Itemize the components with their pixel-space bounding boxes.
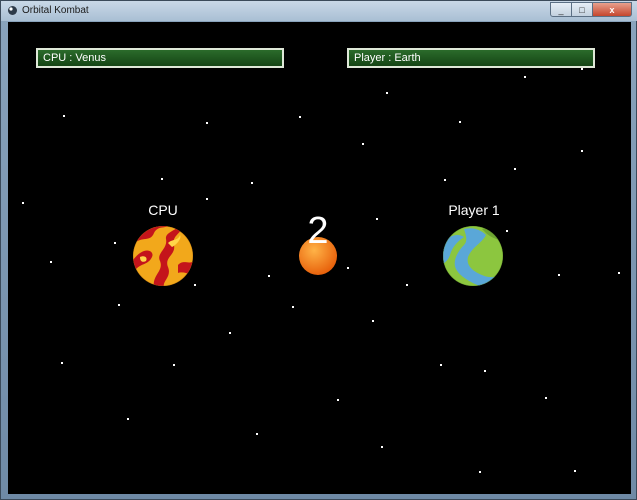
star — [194, 284, 196, 286]
maximize-button[interactable]: □ — [571, 2, 593, 17]
star — [63, 115, 65, 117]
star — [292, 306, 294, 308]
star — [479, 471, 481, 473]
star — [127, 418, 129, 420]
star — [376, 218, 378, 220]
star — [61, 362, 63, 364]
star — [386, 92, 388, 94]
star — [545, 397, 547, 399]
star — [256, 433, 258, 435]
star — [251, 182, 253, 184]
close-button[interactable]: x — [592, 2, 632, 17]
star — [444, 179, 446, 181]
maximize-icon: □ — [579, 4, 585, 15]
star — [484, 370, 486, 372]
star — [558, 274, 560, 276]
star — [268, 275, 270, 277]
window-title: Orbital Kombat — [22, 5, 89, 16]
star — [514, 168, 516, 170]
star — [372, 320, 374, 322]
cpu-label: CPU — [148, 202, 178, 218]
player-label: Player 1 — [448, 202, 500, 218]
star — [581, 68, 583, 70]
caption-buttons: _ □ x — [550, 2, 632, 18]
star — [347, 267, 349, 269]
player-name-bar: Player : Earth — [347, 48, 595, 68]
star — [118, 304, 120, 306]
star — [337, 399, 339, 401]
star — [506, 230, 508, 232]
star — [362, 143, 364, 145]
game-canvas[interactable]: CPU : Venus Player : Earth CPU Player 1 — [8, 22, 631, 494]
minimize-button[interactable]: _ — [550, 2, 572, 17]
star — [299, 116, 301, 118]
app-icon — [8, 6, 17, 15]
venus-planet — [133, 226, 193, 286]
star — [581, 150, 583, 152]
game-window: Orbital Kombat _ □ x CPU : Venus Player … — [0, 0, 637, 500]
star — [381, 446, 383, 448]
close-icon: x — [609, 4, 615, 15]
minimize-icon: _ — [558, 4, 564, 15]
star — [406, 284, 408, 286]
star — [618, 272, 620, 274]
title-bar[interactable]: Orbital Kombat _ □ x — [1, 1, 637, 21]
earth-planet — [443, 226, 503, 286]
star — [524, 76, 526, 78]
star — [114, 242, 116, 244]
countdown-number: 2 — [307, 210, 329, 252]
star — [161, 178, 163, 180]
star — [50, 261, 52, 263]
star — [206, 122, 208, 124]
star — [574, 470, 576, 472]
star — [440, 364, 442, 366]
star — [459, 121, 461, 123]
cpu-name-bar: CPU : Venus — [36, 48, 284, 68]
star — [22, 202, 24, 204]
star — [206, 198, 208, 200]
star — [173, 364, 175, 366]
star — [229, 332, 231, 334]
